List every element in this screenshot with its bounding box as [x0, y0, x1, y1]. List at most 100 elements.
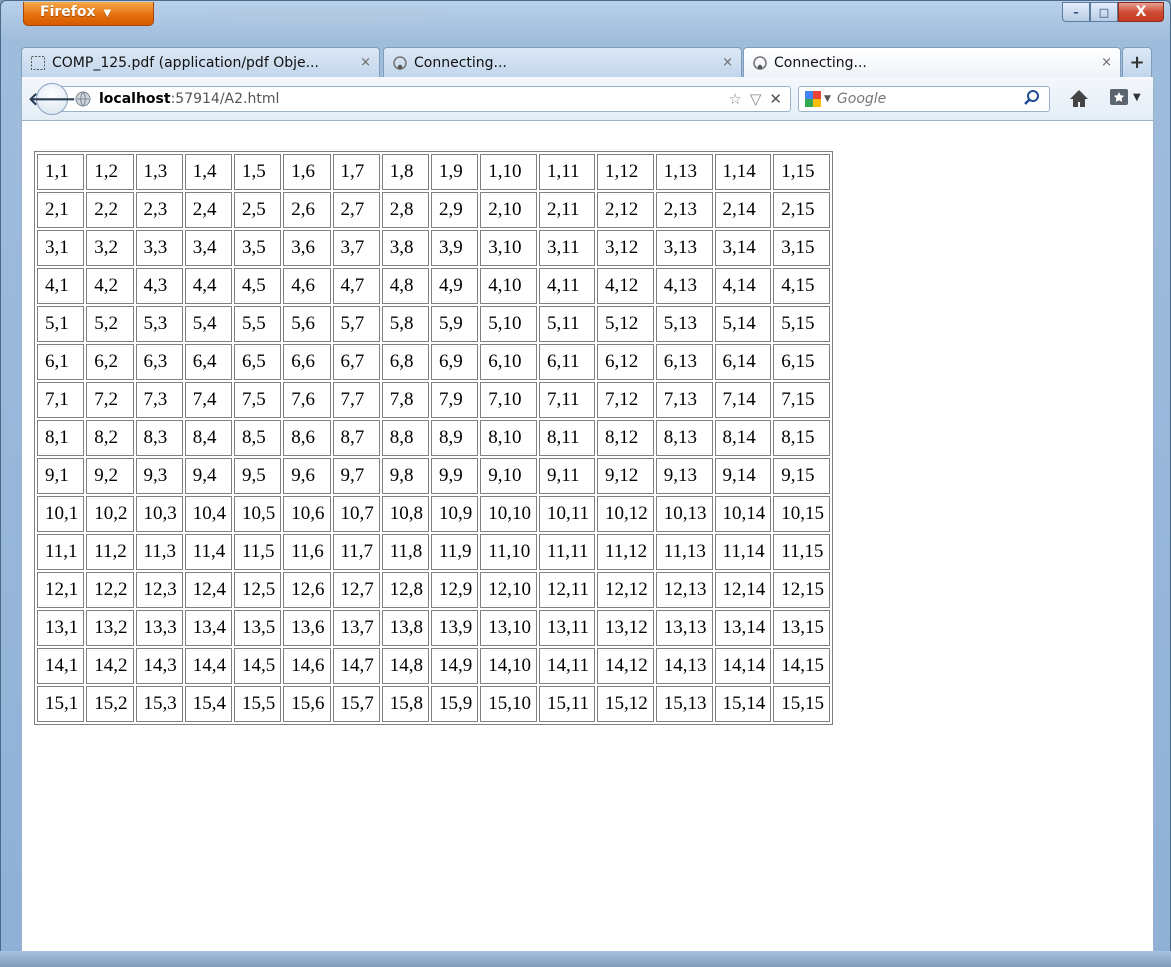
table-cell: 15,8 — [381, 686, 429, 722]
table-cell: 12,4 — [184, 572, 232, 608]
maximize-button[interactable]: □ — [1090, 2, 1118, 22]
table-cell: 2,6 — [283, 192, 331, 228]
close-icon[interactable]: × — [722, 55, 733, 70]
table-cell: 9,15 — [773, 458, 831, 494]
bookmarks-button[interactable]: ▼ — [1109, 88, 1141, 106]
close-icon[interactable]: × — [1101, 55, 1112, 70]
tab-connecting-active[interactable]: Connecting... × — [743, 47, 1121, 77]
table-cell: 4,6 — [283, 268, 331, 304]
table-cell: 8,12 — [597, 420, 654, 456]
table-cell: 1,11 — [539, 154, 596, 190]
table-row: 1,1 1,2 1,3 1,4 1,5 1,6 1,7 1,8 1,9 1,10 1,11 1,12 1… — [37, 154, 831, 190]
url-bar-icons: ☆ ▽ ✕ — [728, 90, 782, 108]
table-cell: 10,11 — [539, 496, 596, 532]
home-icon[interactable] — [1068, 88, 1090, 110]
close-window-button[interactable]: X — [1118, 2, 1164, 22]
stop-icon[interactable]: ✕ — [769, 90, 782, 108]
table-cell: 5,7 — [332, 306, 380, 342]
table-cell: 5,15 — [773, 306, 831, 342]
table-cell: 10,7 — [332, 496, 380, 532]
table-cell: 13,12 — [597, 610, 654, 646]
search-placeholder: Google — [836, 91, 887, 107]
table-cell: 13,9 — [431, 610, 479, 646]
table-cell: 11,6 — [283, 534, 331, 570]
table-cell: 7,2 — [86, 382, 134, 418]
table-cell: 11,11 — [539, 534, 596, 570]
table-cell: 1,2 — [86, 154, 134, 190]
table-cell: 8,15 — [773, 420, 831, 456]
table-cell: 15,10 — [480, 686, 537, 722]
table-cell: 10,15 — [773, 496, 831, 532]
table-cell: 5,3 — [135, 306, 183, 342]
table-cell: 11,1 — [37, 534, 85, 570]
tab-connecting-1[interactable]: Connecting... × — [383, 47, 742, 77]
table-cell: 12,10 — [480, 572, 537, 608]
plus-icon: + — [1129, 52, 1145, 73]
table-cell: 1,12 — [597, 154, 654, 190]
table-cell: 3,15 — [773, 230, 831, 266]
table-cell: 13,10 — [480, 610, 537, 646]
history-dropdown-icon[interactable]: ▽ — [750, 90, 762, 108]
close-icon: X — [1135, 4, 1147, 20]
table-cell: 8,14 — [714, 420, 772, 456]
table-cell: 7,9 — [431, 382, 479, 418]
table-cell: 12,7 — [332, 572, 380, 608]
table-cell: 11,15 — [773, 534, 831, 570]
table-cell: 4,12 — [597, 268, 654, 304]
table-cell: 12,6 — [283, 572, 331, 608]
table-cell: 9,10 — [480, 458, 537, 494]
table-cell: 3,1 — [37, 230, 85, 266]
table-cell: 9,11 — [539, 458, 596, 494]
table-cell: 13,11 — [539, 610, 596, 646]
table-cell: 2,11 — [539, 192, 596, 228]
table-row: 13,1 13,2 13,3 13,4 13,5 13,6 13,7 13,8 13,9 13,1… — [37, 610, 831, 646]
table-cell: 10,13 — [655, 496, 713, 532]
table-cell: 13,15 — [773, 610, 831, 646]
table-cell: 2,9 — [431, 192, 479, 228]
table-cell: 7,15 — [773, 382, 831, 418]
table-cell: 4,11 — [539, 268, 596, 304]
table-cell: 7,6 — [283, 382, 331, 418]
star-bookmark-icon[interactable]: ☆ — [728, 90, 741, 108]
table-cell: 2,12 — [597, 192, 654, 228]
table-cell: 5,11 — [539, 306, 596, 342]
table-cell: 9,8 — [381, 458, 429, 494]
close-icon[interactable]: × — [360, 55, 371, 70]
search-icon[interactable] — [1023, 89, 1041, 107]
table-cell: 15,4 — [184, 686, 232, 722]
table-cell: 11,14 — [714, 534, 772, 570]
table-cell: 8,11 — [539, 420, 596, 456]
table-cell: 10,2 — [86, 496, 134, 532]
back-button[interactable]: 🡐 — [28, 83, 76, 115]
table-cell: 4,7 — [332, 268, 380, 304]
table-cell: 1,4 — [184, 154, 232, 190]
table-cell: 6,8 — [381, 344, 429, 380]
table-cell: 10,4 — [184, 496, 232, 532]
url-bar[interactable]: localhost:57914/A2.html ☆ ▽ ✕ — [56, 86, 791, 112]
maximize-icon: □ — [1098, 5, 1110, 19]
table-cell: 2,4 — [184, 192, 232, 228]
search-engine-dropdown-icon[interactable]: ▼ — [824, 94, 831, 104]
minimize-button[interactable]: – — [1062, 2, 1090, 22]
table-cell: 5,2 — [86, 306, 134, 342]
table-cell: 15,7 — [332, 686, 380, 722]
tab-label: COMP_125.pdf (application/pdf Obje... — [52, 54, 319, 71]
table-row: 3,1 3,2 3,3 3,4 3,5 3,6 3,7 3,8 3,9 3,10 3,11 3,12 3… — [37, 230, 831, 266]
table-cell: 6,6 — [283, 344, 331, 380]
table-cell: 2,3 — [135, 192, 183, 228]
firefox-menu-button[interactable]: Firefox ▼ — [23, 2, 154, 26]
url-path: :57914/A2.html — [170, 91, 280, 107]
table-cell: 12,3 — [135, 572, 183, 608]
table-cell: 3,14 — [714, 230, 772, 266]
title-bar[interactable]: Firefox ▼ – □ X — [1, 1, 1170, 41]
table-cell: 6,9 — [431, 344, 479, 380]
table-cell: 6,7 — [332, 344, 380, 380]
new-tab-button[interactable]: + — [1122, 47, 1152, 77]
table-cell: 2,7 — [332, 192, 380, 228]
tab-label: Connecting... — [774, 54, 867, 71]
table-cell: 11,9 — [431, 534, 479, 570]
table-cell: 3,6 — [283, 230, 331, 266]
tab-pdf[interactable]: COMP_125.pdf (application/pdf Obje... × — [21, 47, 380, 77]
table-row: 8,1 8,2 8,3 8,4 8,5 8,6 8,7 8,8 8,9 8,10 8,11 8,12 8… — [37, 420, 831, 456]
search-bar[interactable]: ▼ Google — [798, 86, 1050, 112]
